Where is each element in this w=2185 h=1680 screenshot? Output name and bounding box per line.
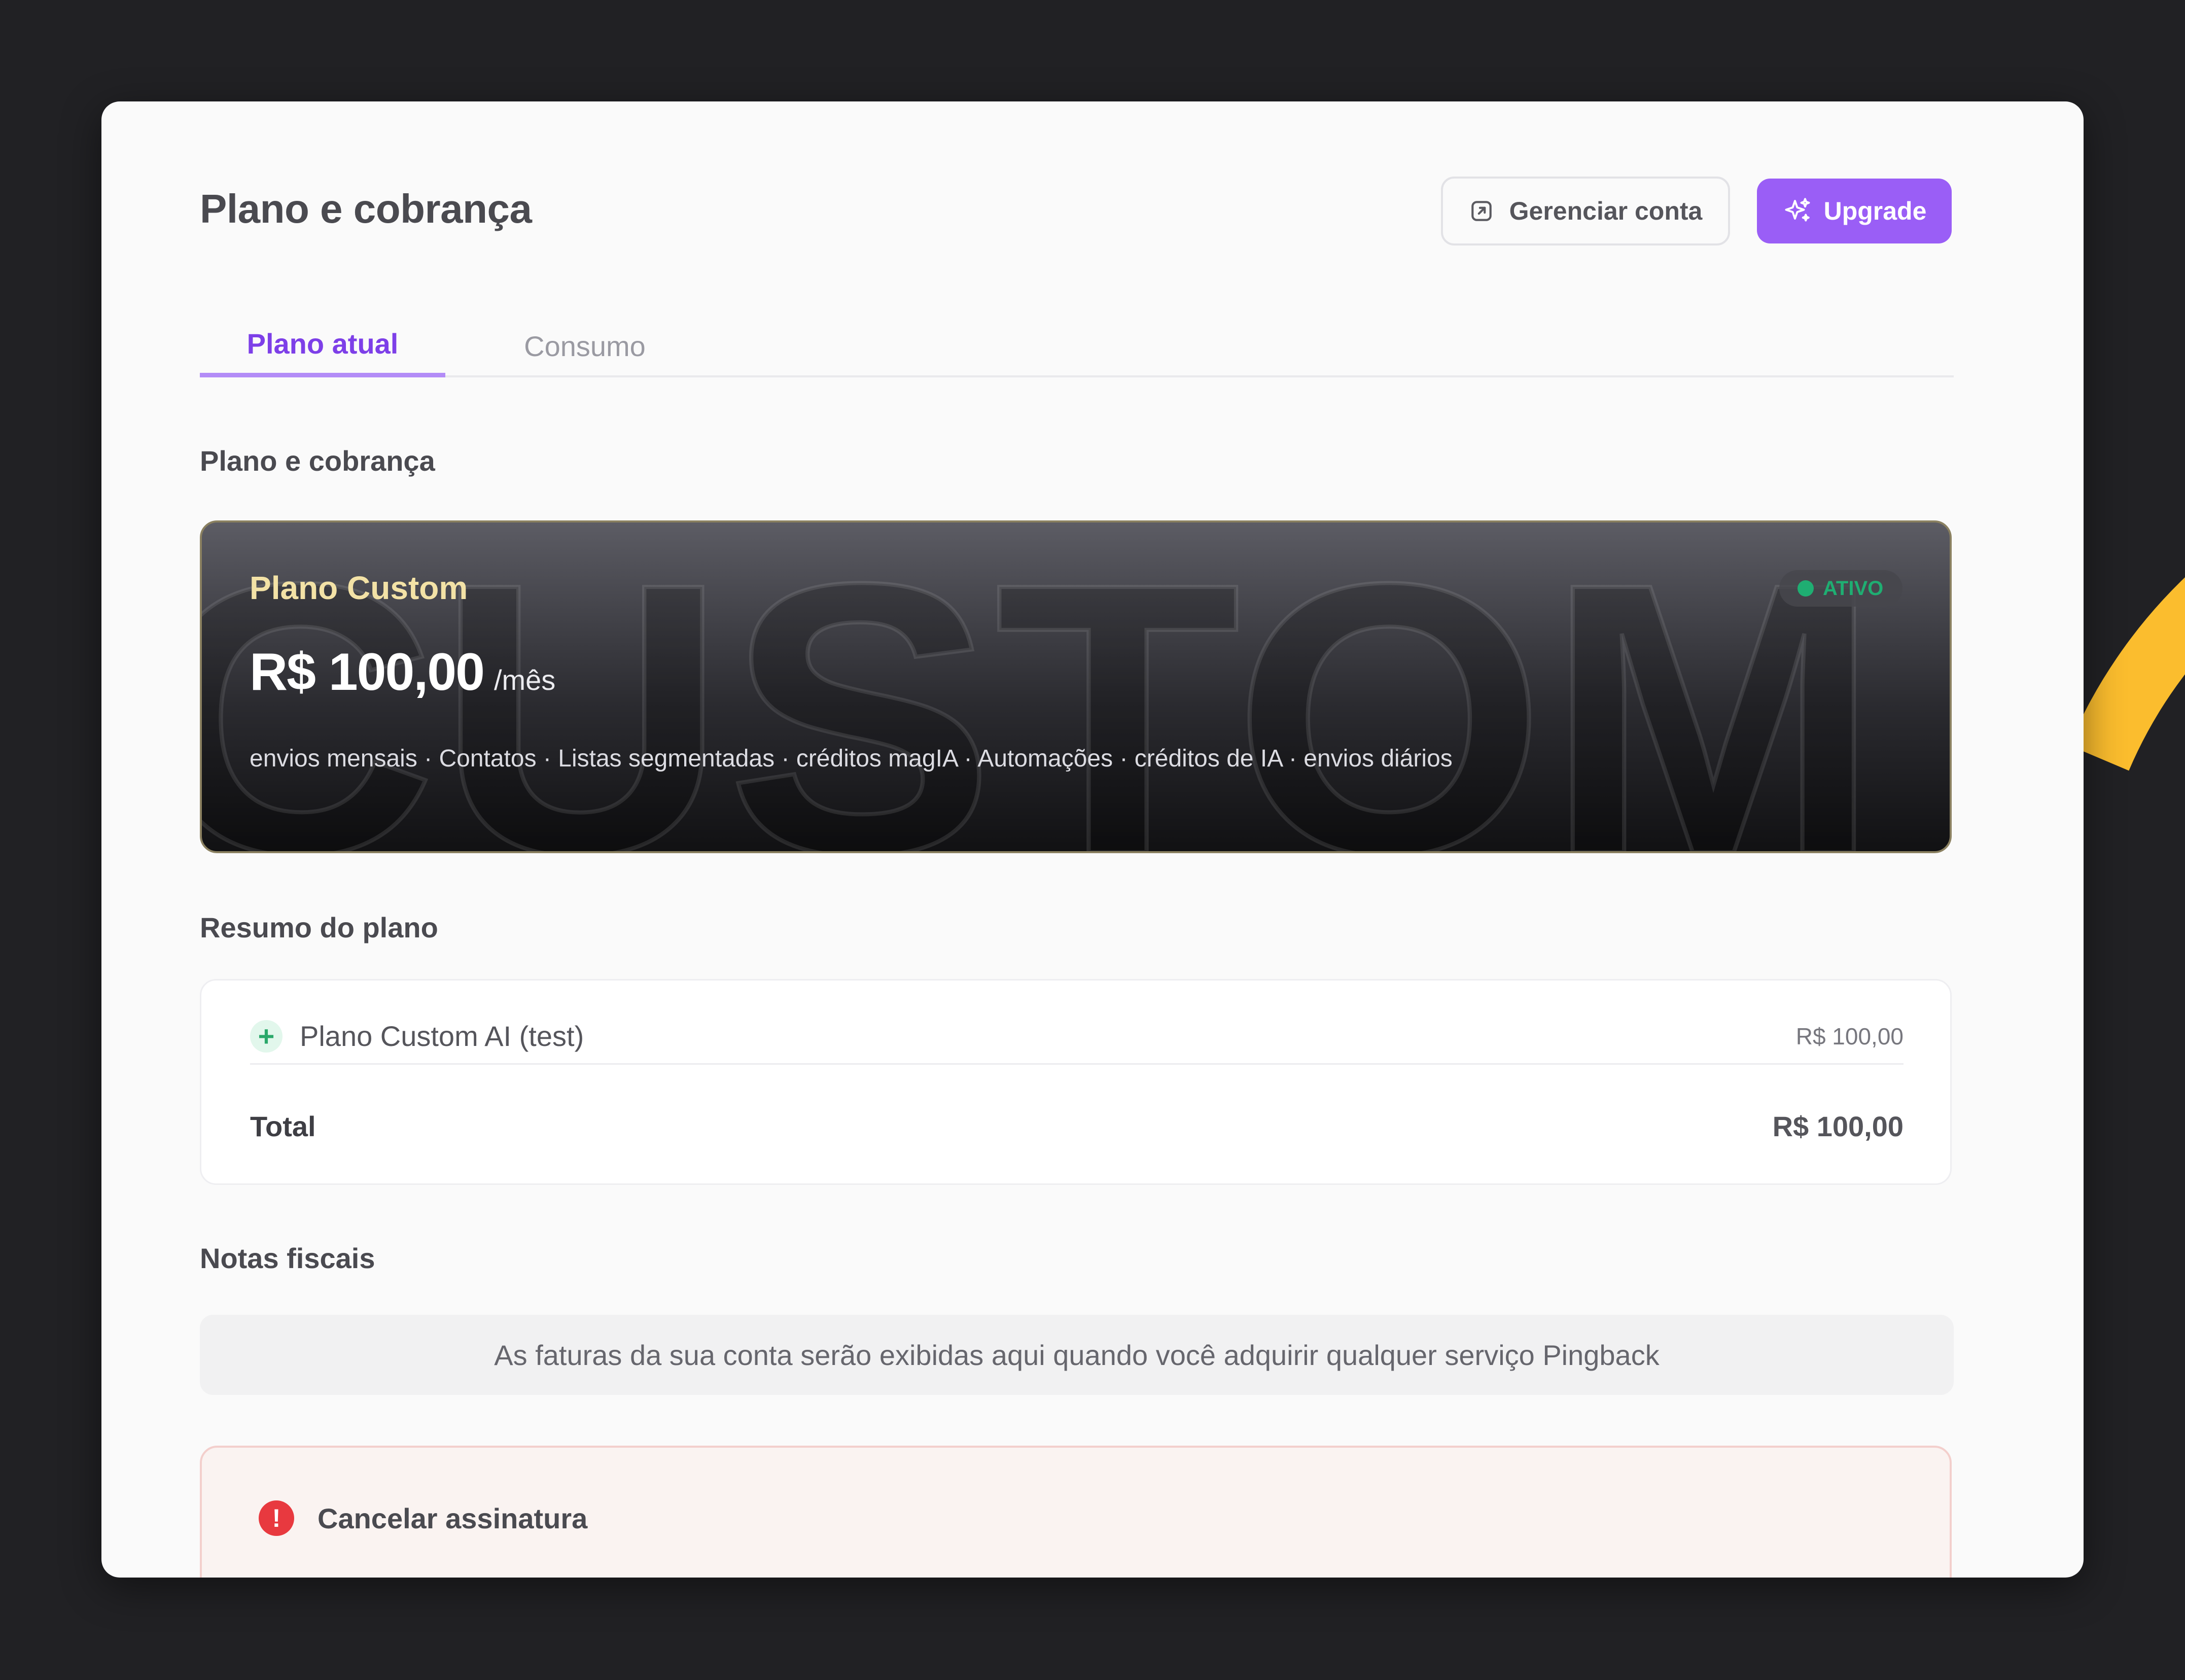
summary-item-left: + Plano Custom AI (test) [250,1020,584,1053]
upgrade-button[interactable]: Upgrade [1757,179,1952,243]
plan-price: R$ 100,00 [250,643,485,702]
summary-item-name: Plano Custom AI (test) [300,1020,584,1052]
manage-account-label: Gerenciar conta [1509,197,1703,225]
plan-price-row: R$ 100,00 /mês [250,642,555,703]
plus-icon: + [250,1020,283,1053]
external-link-icon [1469,198,1494,224]
cancel-subscription-header[interactable]: ! Cancelar assinatura [259,1500,587,1536]
plan-period: /mês [494,664,556,696]
section-title-summary: Resumo do plano [200,912,438,943]
plan-features: envios mensais · Contatos · Listas segme… [250,745,1453,772]
plan-card: CUSTOM Plano Custom R$ 100,00 /mês envio… [200,520,1952,853]
section-title-plan: Plano e cobrança [200,445,435,477]
page-header: Plano e cobrança Gerenciar conta Upgrade [200,177,1954,246]
invoices-empty-state: As faturas da sua conta serão exibidas a… [200,1315,1954,1395]
manage-account-button[interactable]: Gerenciar conta [1441,177,1730,246]
plan-name: Plano Custom [250,570,468,606]
tab-bar: Plano atual Consumo [200,314,1954,377]
sparkles-icon [1782,196,1813,226]
summary-item-price: R$ 100,00 [1795,1023,1904,1049]
cancel-subscription-panel: ! Cancelar assinatura [200,1446,1952,1578]
screen: Plano e cobrança Gerenciar conta Upgrade… [0,0,2185,1680]
status-badge: ATIVO [1779,570,1903,607]
cancel-subscription-title: Cancelar assinatura [318,1502,588,1534]
page-title: Plano e cobrança [200,186,532,231]
upgrade-label: Upgrade [1823,197,1927,225]
status-label: ATIVO [1823,577,1884,600]
tab-current-plan[interactable]: Plano atual [200,314,445,377]
total-label: Total [250,1110,316,1142]
plan-summary-card: + Plano Custom AI (test) R$ 100,00 Total… [200,979,1952,1185]
app-window: Plano e cobrança Gerenciar conta Upgrade… [101,101,2084,1578]
alert-icon: ! [259,1500,294,1536]
invoices-empty-message: As faturas da sua conta serão exibidas a… [494,1339,1660,1371]
tab-usage[interactable]: Consumo [445,314,724,377]
summary-total-row: Total R$ 100,00 [250,1098,1904,1154]
summary-line-item: + Plano Custom AI (test) R$ 100,00 [250,1009,1904,1065]
status-dot-icon [1798,580,1814,597]
section-title-invoices: Notas fiscais [200,1242,375,1274]
total-value: R$ 100,00 [1772,1110,1904,1142]
